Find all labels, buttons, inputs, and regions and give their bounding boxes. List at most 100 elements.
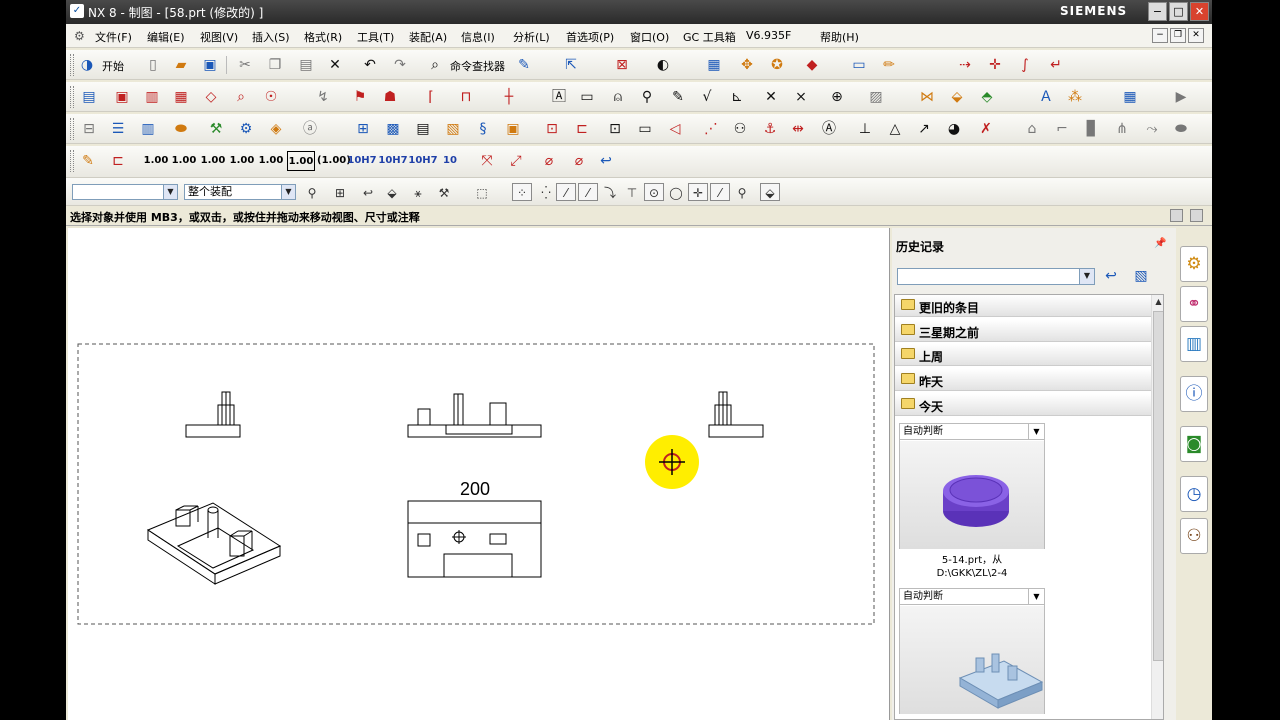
toolbar-grip[interactable] <box>70 118 74 140</box>
id-symbol-icon[interactable]: ⋈ <box>916 87 938 107</box>
assembly-navigator-icon[interactable]: ⚙ <box>1180 246 1208 282</box>
snap-surface-icon[interactable]: ⚲ <box>732 183 752 201</box>
delete-icon[interactable]: ✕ <box>324 55 346 75</box>
grid-view-icon[interactable]: ⊞ <box>352 119 374 139</box>
toolbar-grip[interactable] <box>70 150 74 172</box>
menu-analysis[interactable]: 分析(L) <box>513 29 550 45</box>
update-view-icon[interactable]: ☗ <box>379 87 401 107</box>
selection-scope-dropdown[interactable]: 整个装配 ▼ <box>184 184 296 200</box>
status-restore-icon[interactable] <box>1190 209 1203 222</box>
toolbar-grip[interactable] <box>70 54 74 76</box>
snap-icon[interactable]: ⊕ <box>826 87 848 107</box>
menu-version[interactable]: V6.935F <box>746 29 791 42</box>
table-icon[interactable]: ▦ <box>1119 87 1141 107</box>
chart-axis-icon[interactable]: ⊥ <box>854 119 876 139</box>
detail-view-icon[interactable]: ☉ <box>260 87 282 107</box>
snap-on-curve-icon[interactable]: ⁄ <box>710 183 730 201</box>
intersection-symbol-icon[interactable]: ⨯ <box>790 87 812 107</box>
target-point-icon[interactable]: ✕ <box>760 87 782 107</box>
command-finder-button[interactable]: 命令查找器 <box>450 58 505 74</box>
tolerance-bilateral-button[interactable]: 1.00 <box>170 151 198 171</box>
menu-app-icon[interactable]: ⚙ <box>74 29 90 43</box>
grid-layer-icon[interactable]: ▩ <box>382 119 404 139</box>
wcs-icon[interactable]: ✥ <box>736 55 758 75</box>
extra-tool-icon[interactable]: ▶ <box>1170 87 1192 107</box>
snap-existing-point-icon[interactable]: ✛ <box>688 183 708 201</box>
surface-a-icon[interactable]: ⌂ <box>1021 119 1043 139</box>
layer-settings-icon[interactable]: ▦ <box>703 55 725 75</box>
bolt-icon[interactable]: ⚓ <box>759 119 781 139</box>
region-a-icon[interactable]: ⊡ <box>541 119 563 139</box>
select-feature-icon[interactable]: ⊞ <box>330 183 350 201</box>
half-section-icon[interactable]: ◇ <box>200 87 222 107</box>
fit-10h7-value-button[interactable]: 10H7 <box>408 151 438 171</box>
annotation-edit-icon[interactable]: ✏ <box>878 55 900 75</box>
abc-label-icon[interactable]: ▣ <box>502 119 524 139</box>
menu-preferences[interactable]: 首选项(P) <box>566 29 614 45</box>
history-scrollbar[interactable]: ▲ <box>1151 295 1163 719</box>
snap-quadrant-icon[interactable]: ◯ <box>666 183 686 201</box>
menu-insert[interactable]: 插入(S) <box>252 29 290 45</box>
border-icon[interactable]: ▭ <box>634 119 656 139</box>
show-hide-icon[interactable]: ✎ <box>513 55 535 75</box>
tolerance-limit2-button[interactable]: 1.00 <box>257 151 285 171</box>
surface-f-icon[interactable]: ⬬ <box>1170 119 1192 139</box>
select-edge-icon[interactable]: ⚹ <box>408 183 428 201</box>
maximize-button[interactable]: □ <box>1169 2 1188 21</box>
history-group-today[interactable]: 今天 <box>895 394 1151 416</box>
history-group-older[interactable]: 更旧的条目 <box>895 295 1151 317</box>
select-body-icon[interactable]: ↩ <box>358 183 378 201</box>
menu-format[interactable]: 格式(R) <box>304 29 342 45</box>
drawing-canvas[interactable]: 200 <box>68 228 890 720</box>
centerline-icon[interactable]: ┼ <box>498 87 520 107</box>
tolerance-unilateral-button[interactable]: 1.00 <box>199 151 227 171</box>
type-filter-dropdown[interactable]: ▼ <box>72 184 178 200</box>
radius-dimension-icon[interactable]: ⤧ <box>476 151 498 171</box>
region-b-icon[interactable]: ⊏ <box>571 119 593 139</box>
ruler-icon[interactable]: ▭ <box>848 55 870 75</box>
base-view-icon[interactable]: ▣ <box>111 87 133 107</box>
diameter-symbol-icon[interactable]: ⌀ <box>538 151 560 171</box>
table-note-icon[interactable]: ⬙ <box>946 87 968 107</box>
view-align-icon[interactable]: ⊟ <box>78 119 100 139</box>
diameter-symbol2-icon[interactable]: ⌀ <box>568 151 590 171</box>
tool-a-icon[interactable]: ⚒ <box>205 119 227 139</box>
drafting-prefs-icon[interactable]: ◆ <box>801 55 823 75</box>
scrollbar-thumb[interactable] <box>1153 311 1163 661</box>
toolbar-grip[interactable] <box>70 86 74 108</box>
dimension-frame-icon[interactable]: ⊏ <box>107 151 129 171</box>
surface-b-icon[interactable]: ⌐ <box>1051 119 1073 139</box>
xyz-icon[interactable]: ✗ <box>975 119 997 139</box>
history-card-mode[interactable]: 自动判断 ▼ <box>900 589 1044 605</box>
spline-icon[interactable]: ∫ <box>1014 55 1036 75</box>
surface-d-icon[interactable]: ⋔ <box>1111 119 1133 139</box>
command-finder-icon[interactable]: ⌕ <box>424 55 446 75</box>
list-view-icon[interactable]: ▤ <box>412 119 434 139</box>
select-face-icon[interactable]: ⬙ <box>382 183 402 201</box>
surface-finish-icon[interactable]: √ <box>696 87 718 107</box>
snap-curve-icon[interactable]: ⤵ <box>600 183 620 201</box>
pan-icon[interactable]: ✎ <box>667 87 689 107</box>
snap-point-icon[interactable]: ⁘ <box>512 183 532 201</box>
dimension-style-icon[interactable]: ✎ <box>77 151 99 171</box>
web-browser-icon[interactable]: ⓘ <box>1180 376 1208 412</box>
history-thumbnail-icon[interactable]: ▧ <box>1130 266 1152 286</box>
menu-tools[interactable]: 工具(T) <box>357 29 394 45</box>
diameter-dimension-icon[interactable]: ⤢ <box>505 151 527 171</box>
view-break-icon[interactable]: ↯ <box>312 87 334 107</box>
projected-view-icon[interactable]: ▥ <box>141 87 163 107</box>
history-group-last-week[interactable]: 上周 <box>895 344 1151 366</box>
tolerance-nominal-button[interactable]: 1.00 <box>142 151 170 171</box>
mdi-close-button[interactable]: ✕ <box>1188 28 1204 43</box>
sphere-icon[interactable]: ◕ <box>943 119 965 139</box>
menu-window[interactable]: 窗口(O) <box>630 29 669 45</box>
fit-10h7-range-button[interactable]: 10H7 <box>378 151 408 171</box>
snap-midpoint-icon[interactable]: ⁄ <box>578 183 598 201</box>
tolerance-limit-button[interactable]: 1.00 <box>228 151 256 171</box>
text-style-icon[interactable]: Ａ <box>1035 87 1057 107</box>
save-icon[interactable]: ▣ <box>199 55 221 75</box>
surface-c-icon[interactable]: ▊ <box>1081 119 1103 139</box>
redo-icon[interactable]: ↷ <box>389 55 411 75</box>
revolved-section-icon[interactable]: ⌕ <box>230 87 252 107</box>
fit-10h7-button[interactable]: 10H7 <box>347 151 377 171</box>
